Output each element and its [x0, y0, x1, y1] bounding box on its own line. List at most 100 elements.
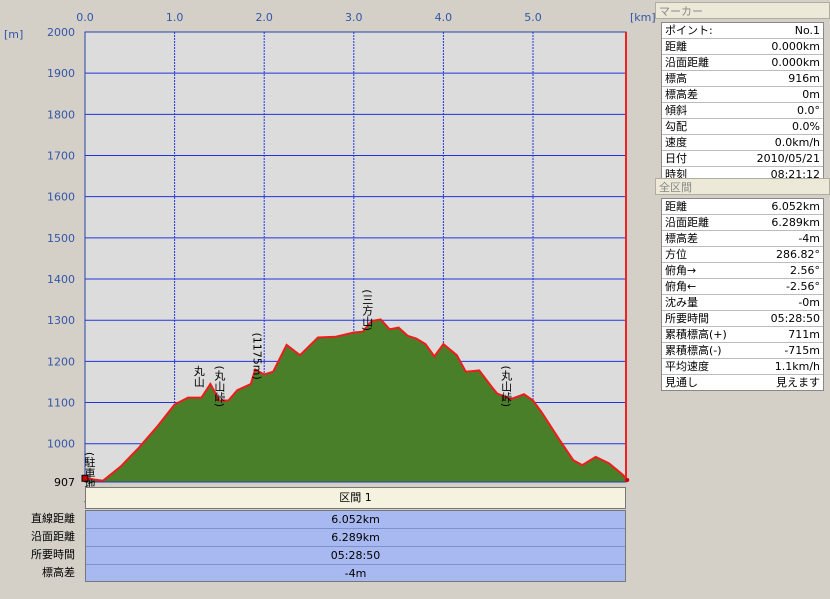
y-tick-label: 1500 — [47, 232, 75, 245]
panel-value: 見えます — [776, 376, 820, 389]
panel-key: 俯角→ — [665, 264, 697, 277]
panel-value: 0m — [802, 88, 820, 101]
x-tick-label: 4.0 — [435, 11, 453, 24]
panel-value: 2.56° — [790, 264, 820, 277]
panel-key: 距離 — [665, 200, 687, 213]
y-tick-label: 1900 — [47, 67, 75, 80]
all-section-table: 距離 6.052km 沿面距離 6.289km 標高差 -4m 方位 286.82° 俯角→ 2.… — [661, 198, 824, 391]
panel-value: 0.0° — [797, 104, 820, 117]
panel-key: 傾斜 — [665, 104, 687, 117]
peak-annotation: 丸山 — [192, 365, 205, 387]
panel-value: 0.0km/h — [774, 136, 820, 149]
panel-value: 6.289km — [771, 216, 820, 229]
panel-value: 711m — [788, 328, 820, 341]
all-section-row: 累積標高(-) -715m — [662, 343, 823, 359]
all-section-title: 全区間 — [655, 178, 830, 195]
x-tick-label: 0.0 — [76, 11, 94, 24]
all-section-row: 見通し 見えます — [662, 375, 823, 390]
x-tick-labels: 0.0 1.0 2.0 3.0 4.0 5.0 — [76, 11, 542, 24]
summary-labels: 直線距離 沿面距離 所要時間 標高差 — [0, 510, 84, 582]
all-section-row: 累積標高(+) 711m — [662, 327, 823, 343]
panel-value: 0.000km — [771, 56, 820, 69]
y-tick-labels: 2000 1900 1800 1700 1600 1500 1400 1300 1200 1100… — [47, 26, 75, 451]
peak-annotation: (三方山) — [361, 289, 374, 331]
panel-key: 勾配 — [665, 120, 687, 133]
panel-key: 距離 — [665, 40, 687, 53]
marker-row: 標高差 0m — [662, 87, 823, 103]
panel-key: 沈み量 — [665, 296, 698, 309]
end-marker — [625, 477, 630, 482]
panel-value: 0.0% — [792, 120, 820, 133]
all-section-row: 標高差 -4m — [662, 231, 823, 247]
panel-value: 916m — [788, 72, 820, 85]
panel-key: 累積標高(+) — [665, 328, 727, 341]
all-section-row: 方位 286.82° — [662, 247, 823, 263]
panel-value: 05:28:50 — [770, 312, 820, 325]
panel-value: -2.56° — [786, 280, 820, 293]
all-section-row: 俯角→ 2.56° — [662, 263, 823, 279]
y-tick-label: 1100 — [47, 397, 75, 410]
panel-key: 累積標高(-) — [665, 344, 722, 357]
panel-key: 方位 — [665, 248, 687, 261]
all-section-row: 沿面距離 6.289km — [662, 215, 823, 231]
panel-key: ポイント: — [665, 24, 713, 37]
peak-annotation: (丸山峠) — [500, 366, 513, 408]
panel-value: -715m — [784, 344, 820, 357]
x-tick-label: 2.0 — [255, 11, 273, 24]
panel-key: 標高差 — [665, 232, 698, 245]
marker-row: 傾斜 0.0° — [662, 103, 823, 119]
peak-annotation: (1175m) — [251, 333, 264, 380]
summary-value: 6.289km — [86, 529, 625, 547]
panel-value: 0.000km — [771, 40, 820, 53]
y-tick-label: 1600 — [47, 191, 75, 204]
marker-row: 標高 916m — [662, 71, 823, 87]
summary-label: 沿面距離 — [31, 530, 75, 543]
start-marker — [81, 474, 89, 482]
summary-label: 所要時間 — [31, 548, 75, 561]
y-tick-label: 2000 — [47, 26, 75, 39]
y-unit-label: [m] — [4, 28, 23, 41]
x-tick-label: 3.0 — [345, 11, 363, 24]
panel-value: 286.82° — [776, 248, 820, 261]
y-tick-label: 1800 — [47, 108, 75, 121]
panel-key: 標高差 — [665, 88, 698, 101]
panel-key: 俯角← — [665, 280, 697, 293]
panel-value: No.1 — [794, 24, 820, 37]
y-tick-label: 1000 — [47, 438, 75, 451]
panel-value: -0m — [798, 296, 820, 309]
marker-row: 日付 2010/05/21 — [662, 151, 823, 167]
y-tick-label: 1400 — [47, 273, 75, 286]
panel-value: 6.052km — [771, 200, 820, 213]
panel-key: 沿面距離 — [665, 56, 709, 69]
y-tick-label: 1300 — [47, 314, 75, 327]
all-section-row: 沈み量 -0m — [662, 295, 823, 311]
marker-row: ポイント: No.1 — [662, 23, 823, 39]
panel-key: 平均速度 — [665, 360, 709, 373]
y-min-label: 907 — [54, 476, 75, 489]
summary-label: 標高差 — [42, 566, 75, 579]
all-section-row: 平均速度 1.1km/h — [662, 359, 823, 375]
panel-value: -4m — [798, 232, 820, 245]
panel-key: 標高 — [665, 72, 687, 85]
side-panel: マーカー ポイント: No.1 距離 0.000km 沿面距離 0.000km 標高 916m… — [655, 0, 830, 599]
panel-value: 2010/05/21 — [756, 152, 820, 165]
marker-row: 勾配 0.0% — [662, 119, 823, 135]
marker-table: ポイント: No.1 距離 0.000km 沿面距離 0.000km 標高 916m 標高差 0m… — [661, 22, 824, 183]
panel-value: 1.1km/h — [774, 360, 820, 373]
panel-key: 沿面距離 — [665, 216, 709, 229]
y-tick-label: 1700 — [47, 150, 75, 163]
marker-panel-title: マーカー — [655, 2, 830, 19]
marker-row: 沿面距離 0.000km — [662, 55, 823, 71]
all-section-row: 俯角← -2.56° — [662, 279, 823, 295]
section-header[interactable]: 区間 1 — [85, 487, 626, 509]
summary-value: -4m — [344, 567, 367, 580]
all-section-row: 距離 6.052km — [662, 199, 823, 215]
marker-row: 距離 0.000km — [662, 39, 823, 55]
panel-key: 見通し — [665, 376, 698, 389]
x-tick-label: 5.0 — [524, 11, 542, 24]
peak-annotation: (丸山峠) — [213, 366, 226, 408]
panel-key: 所要時間 — [665, 312, 709, 325]
marker-row: 速度 0.0km/h — [662, 135, 823, 151]
x-tick-label: 1.0 — [166, 11, 184, 24]
y-tick-label: 1200 — [47, 355, 75, 368]
